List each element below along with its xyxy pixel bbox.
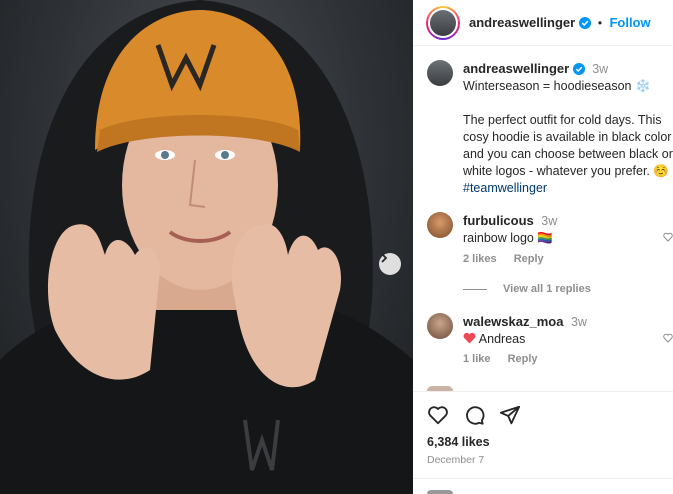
paper-plane-icon[interactable] — [499, 404, 521, 426]
post-image[interactable] — [0, 0, 413, 494]
commenter-avatar[interactable] — [427, 313, 453, 339]
caption-line-2: The perfect outfit for cold days. This c… — [463, 113, 673, 178]
caption-time: 3w — [592, 62, 609, 76]
caption-avatar[interactable] — [427, 60, 453, 86]
comment-text: rainbow logo 🏳️‍🌈 — [463, 231, 553, 245]
reply-button[interactable]: Reply — [508, 353, 538, 365]
separator-dot: • — [597, 16, 603, 30]
comment-like-icon[interactable] — [663, 232, 673, 242]
comment-likes[interactable]: 1 like — [463, 353, 491, 365]
hashtag-link[interactable]: #teamwellinger — [463, 180, 673, 197]
comment-username[interactable]: furbulicous — [463, 213, 534, 228]
reply-button[interactable]: Reply — [514, 253, 544, 265]
post-date: December 7 — [427, 454, 485, 466]
comment-icon[interactable] — [463, 404, 485, 426]
post-actions — [427, 404, 521, 426]
view-replies-button[interactable]: View all 1 replies — [463, 283, 591, 295]
post-sidebar: andreaswellinger • Follow andreaswelling… — [413, 0, 673, 494]
verified-badge-icon — [572, 63, 585, 75]
post-header: andreaswellinger • Follow — [413, 0, 673, 46]
caption-username[interactable]: andreaswellinger — [463, 61, 569, 76]
view-replies-label: View all 1 replies — [503, 283, 591, 295]
verified-badge-icon — [578, 17, 591, 29]
comment-text: Andreas — [478, 332, 526, 346]
bottom-divider — [413, 478, 673, 479]
next-image-button[interactable] — [379, 253, 401, 275]
comment-like-icon[interactable] — [663, 333, 673, 343]
comment-likes[interactable]: 2 likes — [463, 253, 497, 265]
commenter-avatar[interactable] — [427, 212, 453, 238]
actions-divider — [413, 391, 673, 392]
comment-username[interactable]: walewskaz_moa — [463, 314, 563, 329]
heart-icon[interactable] — [427, 404, 449, 426]
follow-button[interactable]: Follow — [609, 15, 650, 30]
chevron-right-icon — [381, 253, 388, 263]
author-username[interactable]: andreaswellinger — [469, 15, 575, 30]
comment-time: 3w — [570, 315, 587, 329]
portrait-illustration — [0, 0, 413, 494]
author-avatar[interactable] — [426, 6, 460, 40]
likes-count[interactable]: 6,384 likes — [427, 435, 490, 449]
comment-time: 3w — [541, 214, 558, 228]
caption-line-1: Winterseason = hoodieseason ❄️ — [463, 79, 651, 93]
current-user-avatar — [427, 490, 453, 494]
red-heart-icon — [463, 332, 476, 344]
